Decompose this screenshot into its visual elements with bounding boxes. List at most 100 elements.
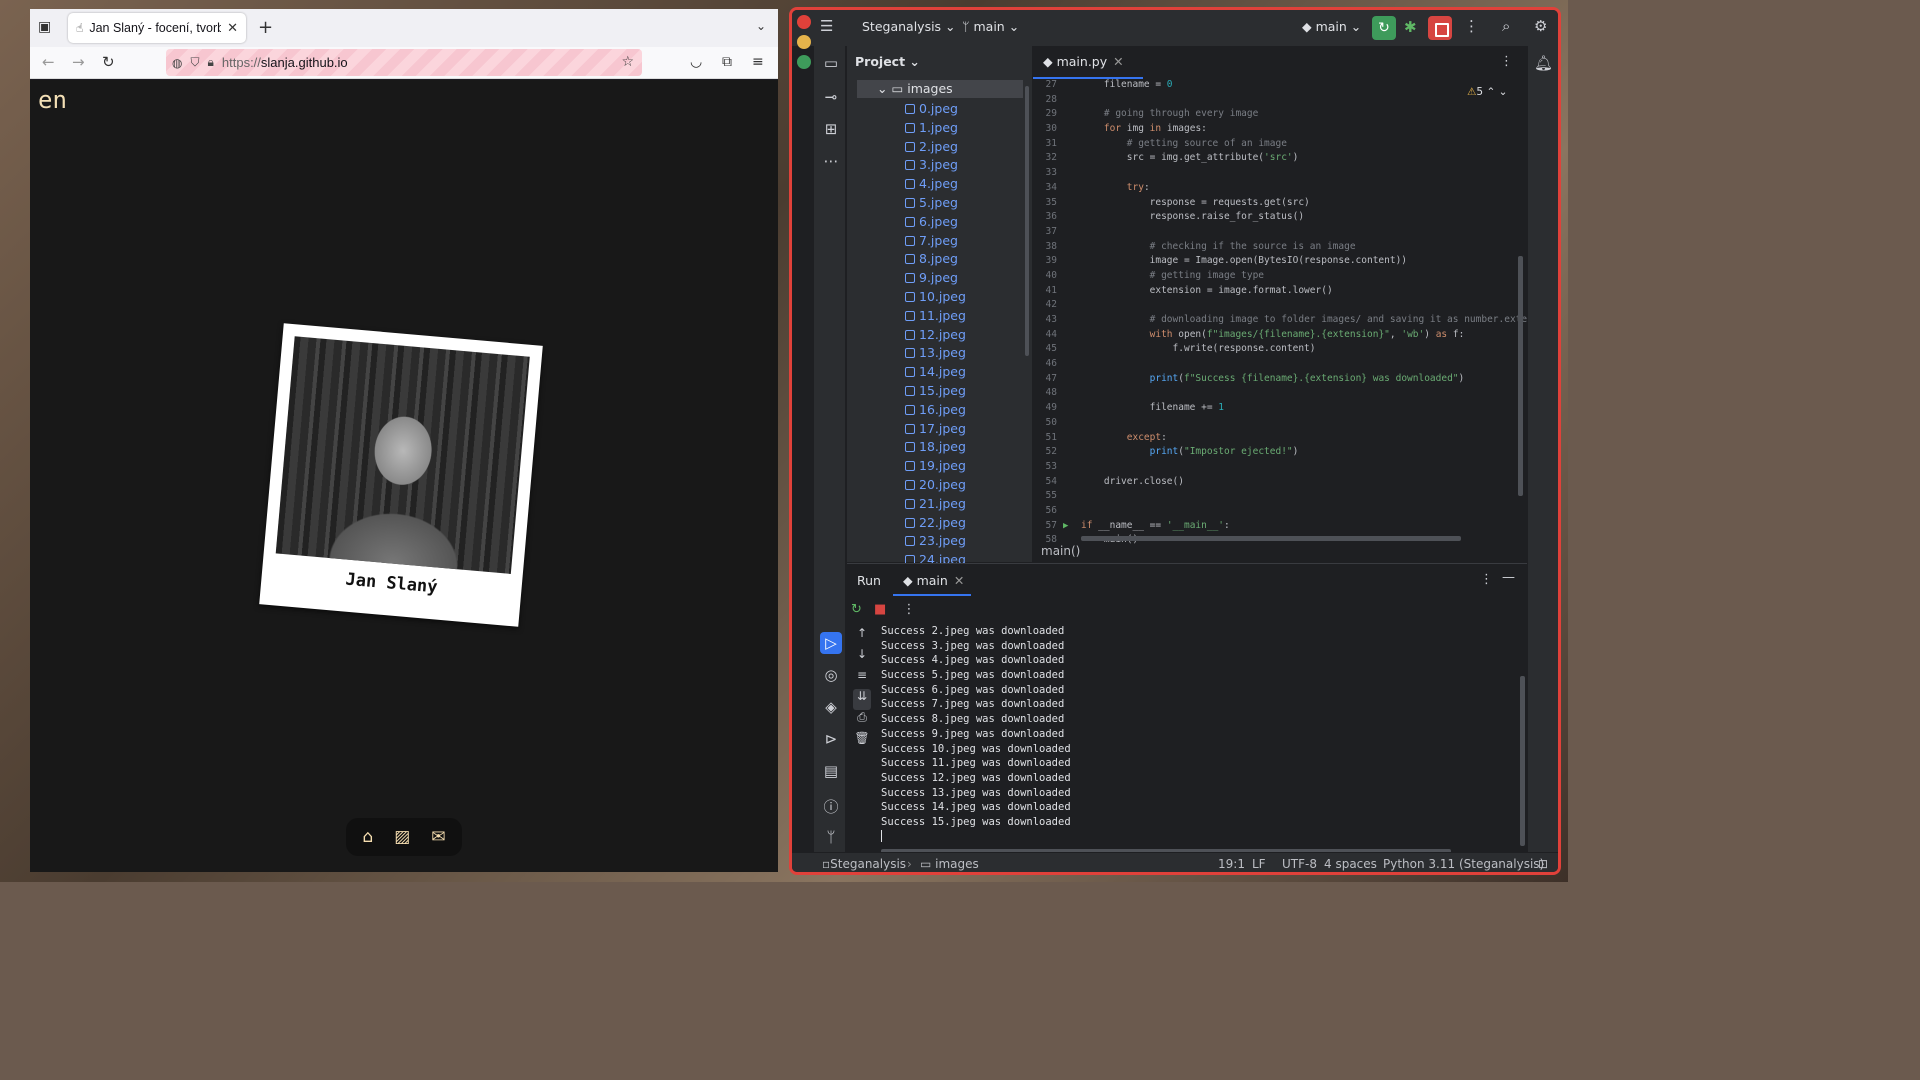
code-line[interactable]: 35 response = requests.get(src) — [1033, 196, 1527, 211]
scroll-up-icon[interactable]: ↑ — [853, 626, 871, 647]
editor-tab-main-py[interactable]: ◆ main.py ✕ — [1043, 54, 1124, 69]
tree-file[interactable]: 16.jpeg — [905, 402, 966, 421]
commit-icon[interactable]: ⊸ — [820, 88, 842, 106]
structure-icon[interactable]: ⊞ — [820, 120, 842, 138]
tree-file[interactable]: 18.jpeg — [905, 439, 966, 458]
more-icon[interactable]: ⋮ — [1464, 17, 1479, 35]
tab-list-chevron-icon[interactable]: ⌄ — [756, 19, 766, 33]
code-line[interactable]: 47 print(f"Success {filename}.{extension… — [1033, 372, 1527, 387]
python-interpreter[interactable]: Python 3.11 (Steganalysis) — [1383, 857, 1544, 871]
problems-icon[interactable]: ⓘ — [820, 796, 842, 817]
close-window-button[interactable] — [797, 15, 811, 29]
code-line[interactable]: 38 # checking if the source is an image — [1033, 240, 1527, 255]
code-line[interactable]: 34 try: — [1033, 181, 1527, 196]
code-line[interactable]: 56 — [1033, 504, 1527, 519]
scroll-down-icon[interactable]: ↓ — [853, 647, 871, 668]
rerun-button[interactable]: ↻ — [1372, 16, 1396, 40]
run-tab-main[interactable]: ◆ main ✕ — [903, 573, 964, 588]
menu-icon[interactable]: ≡ — [752, 54, 764, 70]
reload-button[interactable]: ↻ — [102, 53, 115, 71]
code-line[interactable]: 39 image = Image.open(BytesIO(response.c… — [1033, 254, 1527, 269]
console-output[interactable]: Success 2.jpeg was downloaded Success 3.j… — [881, 624, 1481, 844]
tree-file[interactable]: 1.jpeg — [905, 120, 966, 139]
git-icon[interactable]: ᛘ — [820, 828, 842, 846]
stop-icon[interactable]: ■ — [874, 602, 886, 617]
code-line[interactable]: 54 driver.close() — [1033, 475, 1527, 490]
code-line[interactable]: 55 — [1033, 489, 1527, 504]
code-line[interactable]: 45 f.write(response.content) — [1033, 342, 1527, 357]
project-folder-icon[interactable]: ▭ — [820, 54, 842, 72]
code-line[interactable]: 31 # getting source of an image — [1033, 137, 1527, 152]
tree-file[interactable]: 0.jpeg — [905, 101, 966, 120]
code-line[interactable]: 30 for img in images: — [1033, 122, 1527, 137]
soft-wrap-icon[interactable]: ≡ — [853, 668, 871, 689]
editor-more-icon[interactable]: ⋮ — [1500, 54, 1513, 69]
layers-icon[interactable]: ◈ — [820, 698, 842, 716]
tree-file[interactable]: 12.jpeg — [905, 327, 966, 346]
project-panel-title[interactable]: Project ⌄ — [855, 54, 920, 69]
line-separator[interactable]: LF — [1252, 857, 1266, 871]
lock-icon[interactable]: ⊡ — [1538, 857, 1548, 871]
tree-file[interactable]: 20.jpeg — [905, 477, 966, 496]
browser-tab-active[interactable]: ☝ Jan Slaný - focení, tvorba ✕ — [68, 13, 246, 43]
code-line[interactable]: 28 — [1033, 93, 1527, 108]
language-toggle[interactable]: en — [38, 86, 67, 114]
tree-file[interactable]: 22.jpeg — [905, 515, 966, 534]
branch-selector[interactable]: ᛘ main ⌄ — [962, 19, 1019, 34]
shield-icon[interactable]: ⛉ — [190, 55, 199, 70]
new-tab-button[interactable]: + — [258, 17, 273, 38]
mail-icon[interactable]: ✉ — [431, 827, 445, 847]
tree-file[interactable]: 13.jpeg — [905, 345, 966, 364]
scroll-to-end-icon[interactable]: ⇊ — [853, 689, 871, 710]
image-icon[interactable]: ▨ — [394, 827, 410, 847]
tree-file[interactable]: 7.jpeg — [905, 233, 966, 252]
extensions-icon[interactable]: ⧉ — [722, 54, 732, 70]
code-line[interactable]: 49 filename += 1 — [1033, 401, 1527, 416]
minimize-panel-icon[interactable]: — — [1502, 570, 1515, 585]
lock-icon[interactable]: 🔒︎ — [208, 55, 214, 70]
more-tools-icon[interactable]: ⋯ — [820, 152, 842, 170]
stop-button[interactable] — [1428, 16, 1452, 40]
tree-file[interactable]: 14.jpeg — [905, 364, 966, 383]
run-gutter-icon[interactable]: ▶ — [1063, 519, 1068, 534]
tree-file[interactable]: 23.jpeg — [905, 533, 966, 552]
tree-file[interactable]: 8.jpeg — [905, 251, 966, 270]
settings-gear-icon[interactable]: ⚙ — [1534, 17, 1547, 35]
indent-setting[interactable]: 4 spaces — [1324, 857, 1377, 871]
code-line[interactable]: 40 # getting image type — [1033, 269, 1527, 284]
run-more-icon[interactable]: ⋮ — [1480, 572, 1493, 587]
tree-file[interactable]: 6.jpeg — [905, 214, 966, 233]
pocket-icon[interactable]: ◡ — [690, 54, 702, 70]
tree-file[interactable]: 10.jpeg — [905, 289, 966, 308]
tree-file[interactable]: 2.jpeg — [905, 139, 966, 158]
close-run-tab-icon[interactable]: ✕ — [954, 573, 964, 588]
cursor-position[interactable]: 19:1 — [1218, 857, 1245, 871]
status-breadcrumb-folder[interactable]: ▭ images — [920, 857, 979, 871]
tree-file[interactable]: 17.jpeg — [905, 421, 966, 440]
code-line[interactable]: 41 extension = image.format.lower() — [1033, 284, 1527, 299]
project-selector[interactable]: Steganalysis ⌄ — [862, 19, 956, 34]
console-cursor-line[interactable] — [881, 829, 1481, 844]
minimize-window-button[interactable] — [797, 35, 811, 49]
tab-overview-icon[interactable]: ▣ — [38, 19, 56, 37]
code-line[interactable]: 33 — [1033, 166, 1527, 181]
close-editor-tab-icon[interactable]: ✕ — [1113, 54, 1123, 69]
editor-breadcrumb[interactable]: main() — [1041, 544, 1080, 558]
home-icon[interactable]: ⌂ — [362, 827, 373, 847]
url-bar[interactable]: ◍ ⛉ 🔒︎ https://slanja.github.io ☆ — [166, 49, 642, 76]
code-line[interactable]: 48 — [1033, 386, 1527, 401]
tree-file[interactable]: 15.jpeg — [905, 383, 966, 402]
code-line[interactable]: 32 src = img.get_attribute('src') — [1033, 151, 1527, 166]
console-vertical-scrollbar[interactable] — [1520, 676, 1525, 846]
clear-trash-icon[interactable]: 🗑︎ — [853, 731, 871, 752]
forward-button[interactable]: → — [72, 53, 85, 71]
close-tab-icon[interactable]: ✕ — [227, 21, 238, 36]
run-tool-icon[interactable]: ▷ — [820, 632, 842, 654]
main-menu-icon[interactable]: ☰ — [820, 17, 833, 35]
services-icon[interactable]: ⊳ — [820, 730, 842, 748]
status-breadcrumb-project[interactable]: ▫Steganalysis — [822, 857, 906, 871]
run-options-icon[interactable]: ⋮ — [902, 602, 915, 617]
tree-folder-images[interactable]: ⌄ ▭ images — [857, 80, 1023, 98]
tree-file[interactable]: 11.jpeg — [905, 308, 966, 327]
code-line[interactable]: 36 response.raise_for_status() — [1033, 210, 1527, 225]
